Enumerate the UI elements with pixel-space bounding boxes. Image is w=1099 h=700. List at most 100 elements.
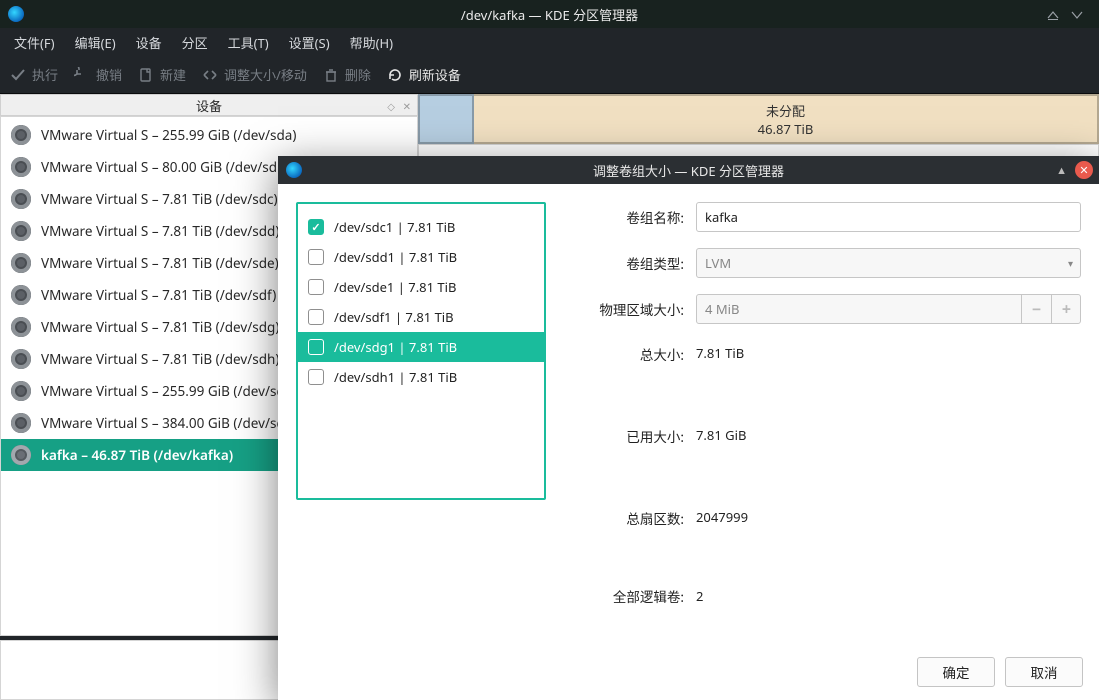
vg-type-value xyxy=(696,248,1081,278)
checkbox[interactable] xyxy=(308,249,324,265)
disk-icon xyxy=(11,157,31,177)
dialog-title: 调整卷组大小 — KDE 分区管理器 xyxy=(278,161,1099,180)
spinner-plus-icon[interactable]: + xyxy=(1051,294,1081,324)
menu-tools[interactable]: 工具(T) xyxy=(220,30,277,55)
checkbox[interactable] xyxy=(308,279,324,295)
lv-count-label: 全部逻辑卷: xyxy=(564,586,684,606)
pv-row-label: /dev/sdg1 | 7.81 TiB xyxy=(334,338,457,356)
maximize-icon[interactable] xyxy=(1067,4,1087,24)
tb-refresh-label: 刷新设备 xyxy=(409,65,461,84)
tb-undo-label: 撤销 xyxy=(96,65,122,84)
pv-row-label: /dev/sdd1 | 7.81 TiB xyxy=(334,248,457,266)
allocation-bar[interactable]: 未分配 46.87 TiB xyxy=(418,94,1099,144)
used-size-value: 7.81 GiB xyxy=(696,422,1081,488)
pv-row[interactable]: /dev/sdc1 | 7.81 TiB xyxy=(298,212,544,242)
dialog-form: 卷组名称: 卷组类型: ▾ 物理区域大小: − + 总大小: 7.81 TiB … xyxy=(564,202,1081,626)
checkbox[interactable] xyxy=(308,219,324,235)
panel-close-icon[interactable]: ✕ xyxy=(403,99,411,113)
dialog-close-icon[interactable]: ✕ xyxy=(1075,161,1093,179)
device-row-label: VMware Virtual S – 255.99 GiB (/dev/sda) xyxy=(41,126,296,144)
sectors-value: 2047999 xyxy=(696,504,1081,570)
refresh-icon xyxy=(387,67,403,83)
disk-icon xyxy=(11,221,31,241)
pv-row[interactable]: /dev/sdg1 | 7.81 TiB xyxy=(298,332,544,362)
menu-partition[interactable]: 分区 xyxy=(174,30,216,55)
checkbox[interactable] xyxy=(308,369,324,385)
tb-apply[interactable]: 执行 xyxy=(10,65,58,84)
disk-icon xyxy=(11,381,31,401)
vg-name-input[interactable] xyxy=(696,202,1081,232)
pv-row[interactable]: /dev/sdd1 | 7.81 TiB xyxy=(298,242,544,272)
device-row-label: VMware Virtual S – 7.81 TiB (/dev/sdg) xyxy=(41,318,279,336)
physical-volume-list[interactable]: /dev/sdc1 | 7.81 TiB/dev/sdd1 | 7.81 TiB… xyxy=(296,202,546,500)
tb-new-label: 新建 xyxy=(160,65,186,84)
new-icon xyxy=(138,67,154,83)
disk-icon xyxy=(11,413,31,433)
menu-device[interactable]: 设备 xyxy=(128,30,170,55)
cancel-button[interactable]: 取消 xyxy=(1005,657,1083,687)
alloc-segment-used[interactable] xyxy=(418,94,474,144)
pv-row-label: /dev/sdc1 | 7.81 TiB xyxy=(334,218,455,236)
tb-refresh[interactable]: 刷新设备 xyxy=(387,65,461,84)
tb-new[interactable]: 新建 xyxy=(138,65,186,84)
total-size-value: 7.81 TiB xyxy=(696,340,1081,406)
pv-row-label: /dev/sdf1 | 7.81 TiB xyxy=(334,308,454,326)
disk-icon xyxy=(11,317,31,337)
tb-resize-label: 调整大小/移动 xyxy=(224,65,307,84)
menu-settings[interactable]: 设置(S) xyxy=(281,30,338,55)
device-row-label: VMware Virtual S – 7.81 TiB (/dev/sdf) xyxy=(41,286,276,304)
device-row-label: VMware Virtual S – 80.00 GiB (/dev/sdb) xyxy=(41,158,289,176)
used-size-label: 已用大小: xyxy=(564,422,684,446)
tb-resize[interactable]: 调整大小/移动 xyxy=(202,65,307,84)
menubar: 文件(F) 编辑(E) 设备 分区 工具(T) 设置(S) 帮助(H) xyxy=(0,28,1099,56)
device-row-label: VMware Virtual S – 384.00 GiB (/dev/sdj) xyxy=(41,414,292,432)
total-size-label: 总大小: xyxy=(564,340,684,364)
resize-icon xyxy=(202,67,218,83)
device-panel-header: 设备 ◇ ✕ xyxy=(0,94,418,116)
menu-edit[interactable]: 编辑(E) xyxy=(67,30,124,55)
vg-type-select[interactable]: ▾ xyxy=(696,248,1081,278)
tb-delete-label: 删除 xyxy=(345,65,371,84)
alloc-segment-unallocated[interactable]: 未分配 46.87 TiB xyxy=(474,94,1099,144)
checkbox[interactable] xyxy=(308,309,324,325)
extent-size-spinner[interactable]: − + xyxy=(696,294,1081,324)
resize-vg-dialog: 调整卷组大小 — KDE 分区管理器 ▲ ✕ /dev/sdc1 | 7.81 … xyxy=(278,156,1099,700)
pv-row[interactable]: /dev/sde1 | 7.81 TiB xyxy=(298,272,544,302)
spinner-minus-icon[interactable]: − xyxy=(1021,294,1051,324)
extent-size-label: 物理区域大小: xyxy=(564,299,684,319)
device-row-label: VMware Virtual S – 7.81 TiB (/dev/sde) xyxy=(41,254,279,272)
device-row-label: VMware Virtual S – 255.99 GiB (/dev/sdi) xyxy=(41,382,292,400)
ok-button[interactable]: 确定 xyxy=(917,657,995,687)
trash-icon xyxy=(323,67,339,83)
window-title: /dev/kafka — KDE 分区管理器 xyxy=(0,5,1099,24)
dialog-up-icon[interactable]: ▲ xyxy=(1056,163,1067,178)
minimize-icon[interactable] xyxy=(1043,4,1063,24)
disk-icon xyxy=(11,253,31,273)
pv-row[interactable]: /dev/sdf1 | 7.81 TiB xyxy=(298,302,544,332)
alloc-unallocated-size: 46.87 TiB xyxy=(758,120,814,138)
menu-file[interactable]: 文件(F) xyxy=(6,30,63,55)
tb-delete[interactable]: 删除 xyxy=(323,65,371,84)
toolbar: 执行 撤销 新建 调整大小/移动 删除 刷新设备 xyxy=(0,56,1099,94)
tb-undo[interactable]: 撤销 xyxy=(74,65,122,84)
device-row-label: kafka – 46.87 TiB (/dev/kafka) xyxy=(41,446,233,464)
menu-help[interactable]: 帮助(H) xyxy=(342,30,401,55)
checkbox[interactable] xyxy=(308,339,324,355)
window-titlebar: /dev/kafka — KDE 分区管理器 xyxy=(0,0,1099,28)
alloc-unallocated-label: 未分配 xyxy=(766,101,805,120)
device-row-label: VMware Virtual S – 7.81 TiB (/dev/sdd) xyxy=(41,222,279,240)
pv-row[interactable]: /dev/sdh1 | 7.81 TiB xyxy=(298,362,544,392)
vg-name-label: 卷组名称: xyxy=(564,207,684,227)
panel-float-icon[interactable]: ◇ xyxy=(387,99,395,113)
undo-icon xyxy=(74,67,90,83)
device-row-label: VMware Virtual S – 7.81 TiB (/dev/sdc) xyxy=(41,190,278,208)
device-row[interactable]: VMware Virtual S – 255.99 GiB (/dev/sda) xyxy=(1,119,417,151)
disk-icon xyxy=(11,189,31,209)
check-icon xyxy=(10,67,26,83)
dialog-titlebar[interactable]: 调整卷组大小 — KDE 分区管理器 ▲ ✕ xyxy=(278,156,1099,184)
device-panel-title: 设备 xyxy=(196,96,222,115)
chevron-down-icon: ▾ xyxy=(1068,256,1073,270)
disk-icon xyxy=(11,445,31,465)
lv-count-value: 2 xyxy=(696,587,1081,605)
dialog-button-bar: 确定 取消 xyxy=(278,644,1099,700)
